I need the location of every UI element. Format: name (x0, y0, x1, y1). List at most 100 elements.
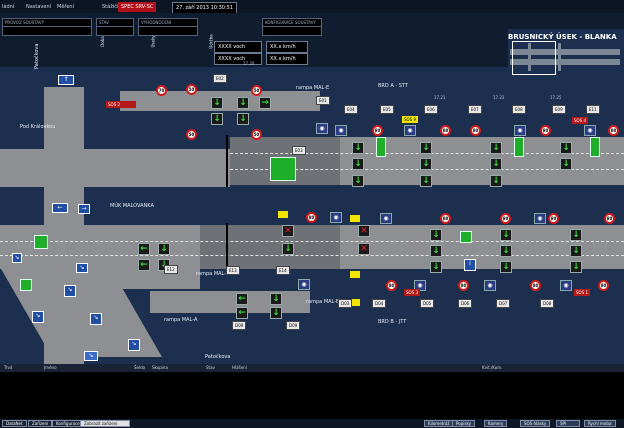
device-tag[interactable]: E06 (424, 105, 438, 114)
device-tag[interactable]: E13 (226, 266, 240, 275)
lane-signal-arrow[interactable]: ↓ (430, 245, 442, 257)
menu-item-3[interactable]: Měření (57, 4, 74, 10)
info-sign[interactable]: → (78, 204, 90, 214)
info-sign[interactable]: ↘ (12, 253, 22, 263)
lane-signal-arrow[interactable]: ↓ (430, 229, 442, 241)
variable-sign[interactable] (590, 137, 600, 157)
lane-signal-arrow[interactable]: ↓ (420, 175, 432, 187)
lane-signal-arrow[interactable]: ↓ (237, 97, 249, 109)
lane-signal-arrow[interactable]: ↓ (490, 158, 502, 170)
camera-icon[interactable]: ◉ (330, 212, 342, 223)
device-tag[interactable]: E09 (552, 105, 566, 114)
variable-sign[interactable] (20, 279, 32, 291)
footer-datanet[interactable]: DataNet (2, 420, 27, 427)
sos-yellow-badge[interactable]: SOS 9 (402, 116, 419, 123)
lane-signal-cross[interactable]: ✕ (358, 225, 370, 237)
variable-sign[interactable] (376, 137, 386, 157)
lane-signal-arrow[interactable]: ↓ (420, 158, 432, 170)
lane-signal-arrow[interactable]: ↓ (352, 175, 364, 187)
btn-sos[interactable]: SOS hlásky (520, 420, 551, 427)
lane-signal-arrow[interactable]: ↓ (570, 229, 582, 241)
direction-sign[interactable] (270, 157, 296, 181)
lane-signal-arrow[interactable]: ↓ (158, 243, 170, 255)
info-sign[interactable]: ← (52, 203, 68, 213)
col-kvit[interactable]: Kvit./Kom. (482, 365, 502, 370)
lane-signal-arrow[interactable]: ↓ (430, 261, 442, 273)
lane-signal-arrow[interactable]: ↓ (490, 142, 502, 154)
device-tag[interactable]: E08 (512, 105, 526, 114)
speed-limit-sign[interactable]: 70 (156, 85, 167, 96)
sos-badge[interactable]: SOS 4 (572, 117, 589, 124)
speed-limit-sign[interactable]: 80 (386, 280, 397, 291)
lane-signal-arrow[interactable]: ↓ (352, 142, 364, 154)
camera-icon[interactable]: ◉ (514, 125, 526, 136)
btn-kilometraz[interactable]: Kilometráž (424, 420, 454, 427)
device-tag[interactable]: E02 (213, 74, 227, 83)
lane-signal-arrow[interactable]: ↓ (500, 229, 512, 241)
variable-sign[interactable] (460, 231, 472, 243)
direction-sign[interactable] (34, 235, 48, 249)
device-tag[interactable]: E12 (164, 265, 178, 274)
variable-sign[interactable] (514, 137, 524, 157)
menu-item-2[interactable]: Nastavení (26, 4, 51, 10)
device-tag[interactable]: E11 (586, 105, 600, 114)
warning-icon[interactable] (350, 215, 360, 222)
camera-icon[interactable]: ◉ (584, 125, 596, 136)
lane-signal-arrow[interactable]: ↓ (560, 142, 572, 154)
lane-signal-arrow[interactable]: ↓ (490, 175, 502, 187)
col-trva[interactable]: Trvá (4, 365, 12, 370)
lane-signal-arrow[interactable]: ↓ (420, 142, 432, 154)
lane-signal-arrow[interactable]: ↓ (282, 243, 294, 255)
info-sign[interactable]: ↘ (84, 351, 98, 361)
device-tag[interactable]: D04 (372, 299, 387, 308)
speed-limit-sign[interactable]: 80 (306, 212, 317, 223)
device-tag[interactable]: D05 (420, 299, 435, 308)
speed-limit-sign[interactable]: 80 (540, 125, 551, 136)
lane-signal-arrow[interactable]: ↓ (270, 293, 282, 305)
device-tag[interactable]: D06 (458, 299, 473, 308)
col-hlaseni[interactable]: Hlášení (232, 365, 247, 370)
menu-item-1[interactable]: ládní (2, 4, 14, 10)
device-tag[interactable]: E05 (380, 105, 394, 114)
speed-limit-sign[interactable]: 80 (440, 213, 451, 224)
speed-limit-sign[interactable]: 80 (598, 280, 609, 291)
lane-signal-arrow[interactable]: ↓ (352, 158, 364, 170)
speed-limit-sign[interactable]: 50 (251, 85, 262, 96)
col-stav[interactable]: Stav (206, 365, 215, 370)
btn-kamery[interactable]: Kamery (484, 420, 508, 427)
camera-icon[interactable]: ◉ (560, 280, 572, 291)
device-tag[interactable]: D03 (338, 299, 353, 308)
camera-icon[interactable]: ◉ (404, 125, 416, 136)
device-tag[interactable]: E03 (292, 146, 306, 155)
btn-spi[interactable]: SPI (556, 420, 580, 427)
btn-popisky[interactable]: Popisky (452, 420, 475, 427)
footer-zarizeni[interactable]: Zařízení (28, 420, 53, 427)
info-sign[interactable]: i (464, 259, 476, 271)
lane-signal-arrow[interactable]: ↓ (570, 261, 582, 273)
info-sign[interactable]: ↘ (64, 285, 76, 297)
speed-limit-sign[interactable]: 80 (530, 280, 541, 291)
camera-icon[interactable]: ◉ (534, 213, 546, 224)
col-selda[interactable]: Šelda (134, 365, 145, 370)
lane-signal-arrow[interactable]: ← (138, 259, 150, 271)
device-tag[interactable]: E14 (276, 266, 290, 275)
sos-badge[interactable]: SOS 1 (574, 289, 591, 296)
lane-signal-cross[interactable]: ✕ (358, 243, 370, 255)
lane-signal-arrow[interactable]: ↓ (500, 245, 512, 257)
camera-icon[interactable]: ◉ (298, 279, 310, 290)
lane-signal-arrow[interactable]: ↓ (500, 261, 512, 273)
lane-signal-arrow[interactable]: ← (138, 243, 150, 255)
speed-limit-sign[interactable]: 50 (251, 129, 262, 140)
speed-limit-sign[interactable]: 80 (604, 213, 615, 224)
info-sign[interactable]: ↘ (128, 339, 140, 351)
camera-icon[interactable]: ◉ (380, 213, 392, 224)
col-jmeno[interactable]: Jméno (44, 365, 57, 370)
alarm-badge[interactable]: SPEC SRV-SC (118, 2, 157, 12)
info-sign[interactable]: ↘ (90, 313, 102, 325)
speed-limit-sign[interactable]: 80 (372, 125, 383, 136)
speed-limit-sign[interactable]: 50 (186, 129, 197, 140)
speed-limit-sign[interactable]: 50 (186, 84, 197, 95)
info-sign[interactable]: ↑ (58, 75, 74, 85)
speed-limit-sign[interactable]: 80 (440, 125, 451, 136)
warning-icon[interactable] (350, 271, 360, 278)
